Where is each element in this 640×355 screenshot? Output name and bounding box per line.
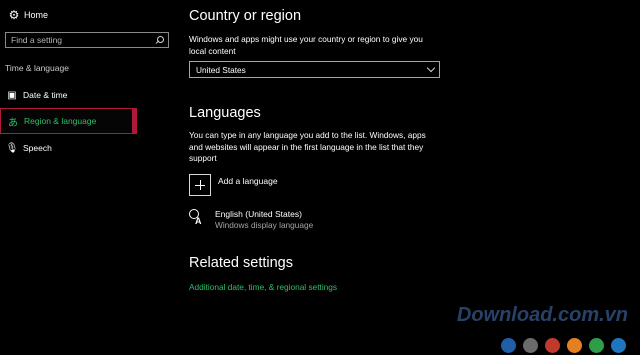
sidebar-item-label: Speech [23,143,52,153]
add-language-button[interactable]: Add a language [189,174,278,196]
languages-description: You can type in any language you add to … [189,130,426,163]
watermark-dot [523,338,538,353]
sidebar-item-region-language[interactable]: あ Region & language [0,108,137,134]
chevron-down-icon [426,63,436,73]
plus-icon [189,174,211,196]
sidebar-item-date-time[interactable]: ▣ Date & time [0,82,175,108]
country-description: Windows and apps might use your country … [189,34,423,56]
watermark-dot [589,338,604,353]
country-select-value: United States [196,64,246,75]
watermark-dot [567,338,582,353]
display-language-icon: A [189,209,209,229]
search-icon[interactable] [155,35,164,45]
section-label: Time & language [5,63,69,73]
settings-window: ⚙ Home Time & language ▣ Date & time あ R… [0,0,640,355]
main-content: Country or region Windows and apps might… [189,0,629,355]
sidebar-item-label: Date & time [23,90,68,100]
language-entry[interactable]: A English (United States) Windows displa… [189,209,313,231]
regional-settings-link[interactable]: Additional date, time, & regional settin… [189,282,337,292]
watermark-dots [501,338,626,353]
related-settings-heading: Related settings [189,255,293,271]
language-subtitle: Windows display language [215,220,314,230]
watermark-dot [545,338,560,353]
home-label: Home [24,10,49,20]
language-icon: あ [8,117,18,129]
gear-icon: ⚙ [8,8,20,22]
sidebar: ⚙ Home Time & language ▣ Date & time あ R… [0,0,175,355]
languages-heading: Languages [189,105,261,121]
language-name: English (United States) [215,209,302,219]
sidebar-item-label: Region & language [24,116,97,126]
calendar-clock-icon: ▣ [7,89,17,101]
watermark-logo: Download.com.vn [456,304,628,326]
search-box[interactable] [5,32,169,48]
home-button[interactable]: ⚙ Home [0,5,175,25]
search-input[interactable] [11,35,151,45]
sidebar-item-speech[interactable]: 🎙 Speech [0,135,175,161]
watermark-dot [501,338,516,353]
country-heading: Country or region [189,8,302,24]
watermark-dot [611,338,626,353]
country-select[interactable]: United States [189,61,440,78]
add-language-label: Add a language [218,176,278,186]
microphone-icon: 🎙 [5,142,19,154]
